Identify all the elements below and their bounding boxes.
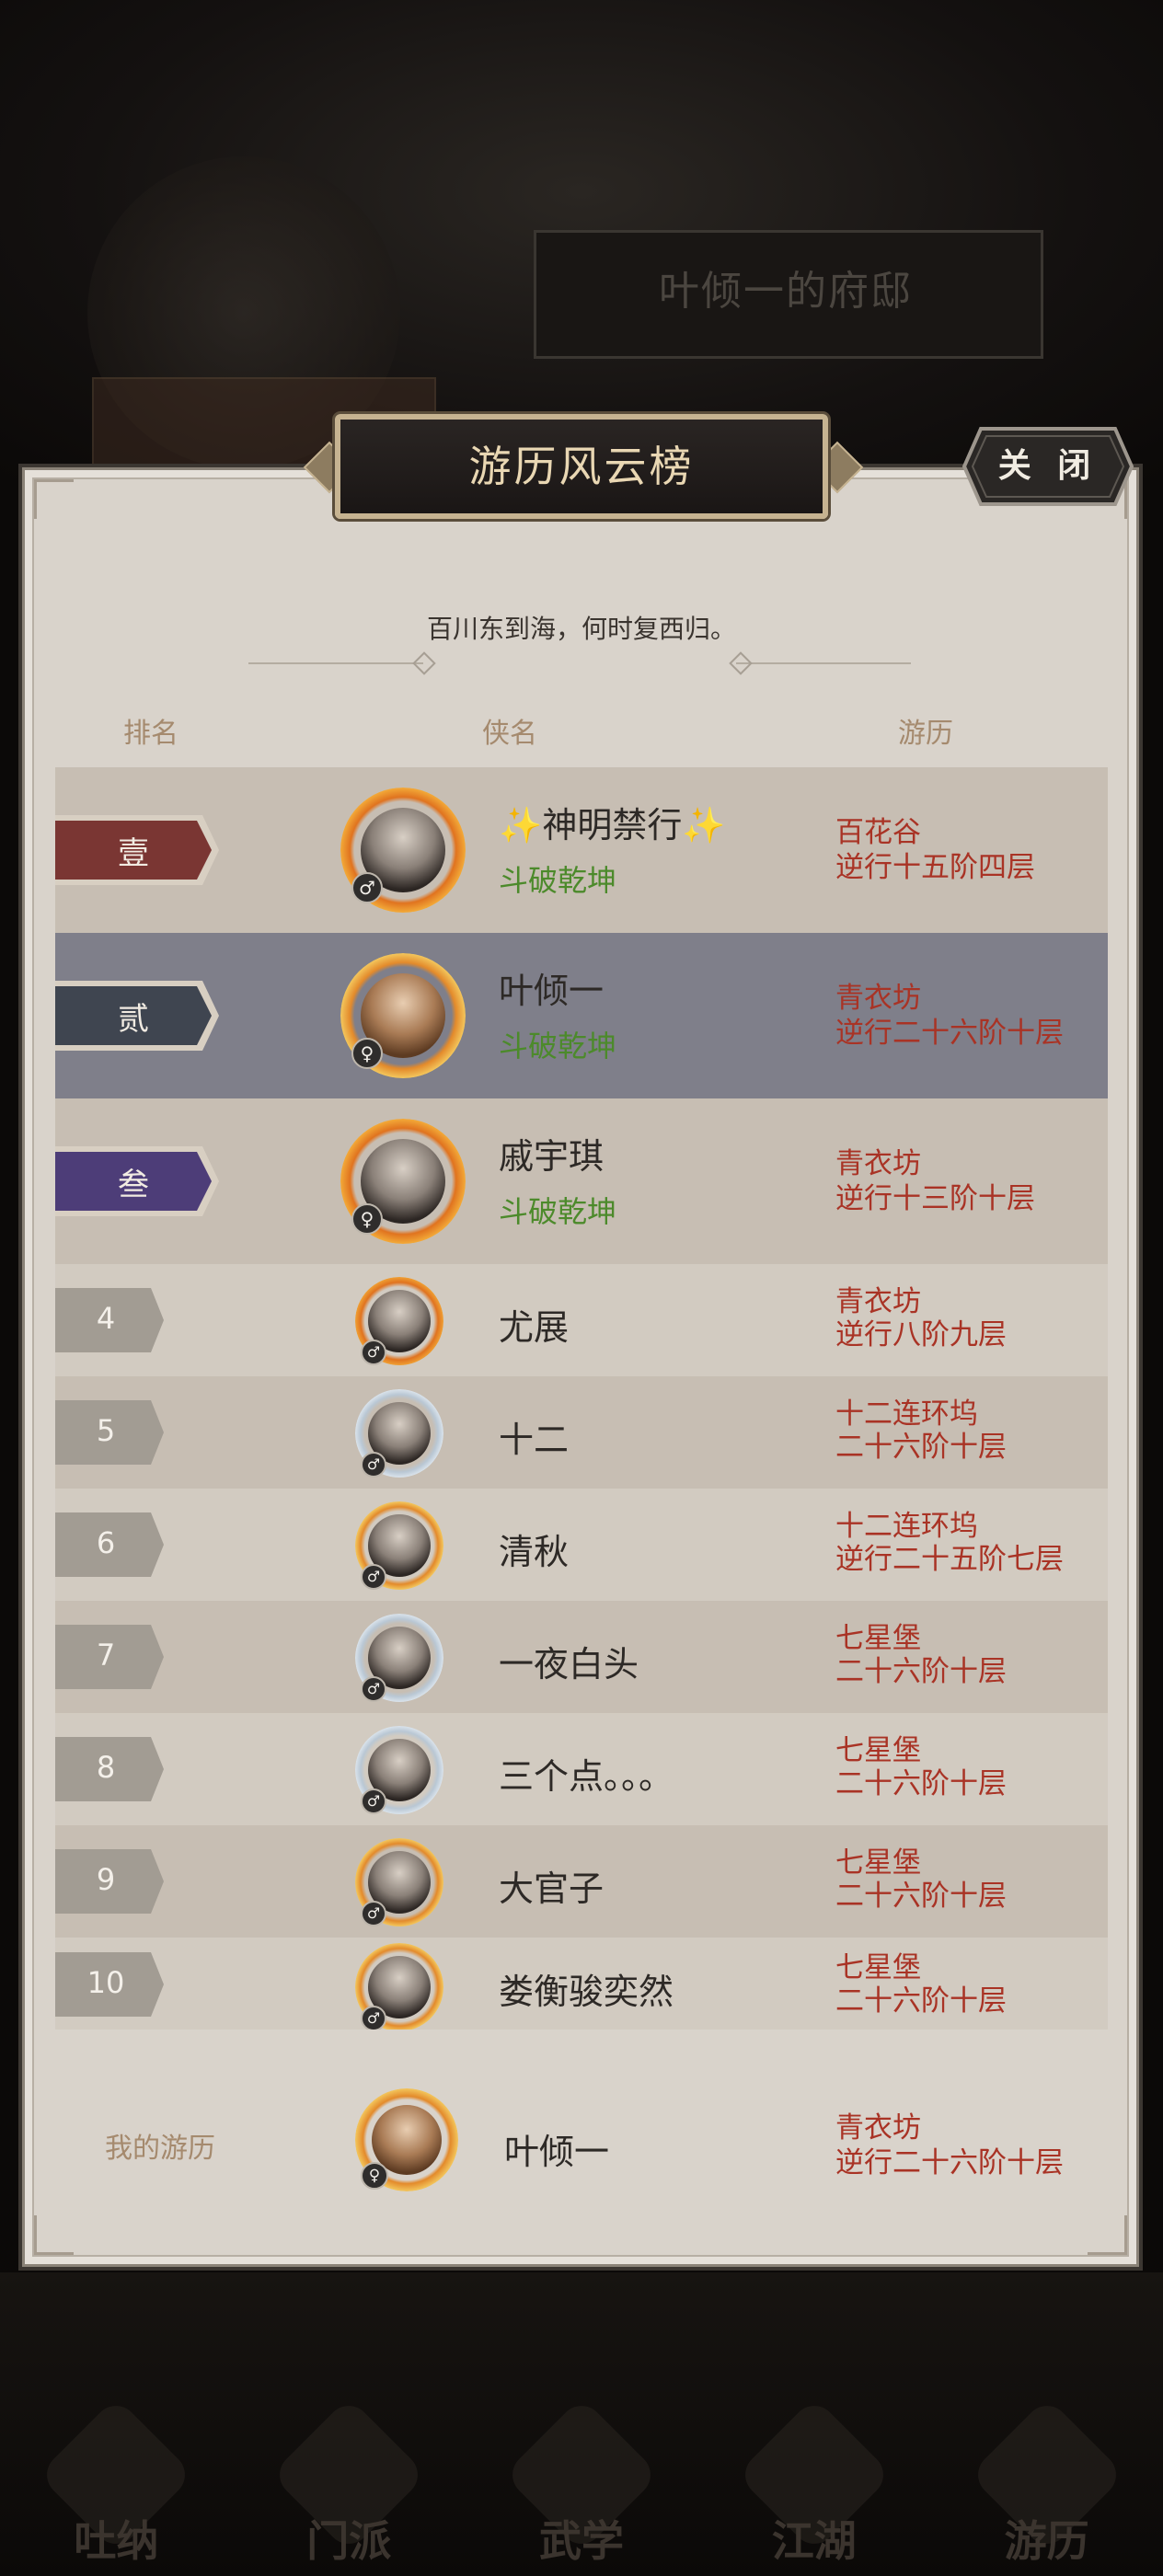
player-title: 斗破乾坤 [499,1194,617,1229]
travel-progress: 二十六阶十层 [835,1767,1007,1800]
leaderboard-row[interactable]: 9 ♂ 大官子 七星堡 二十六阶十层 [55,1825,1108,1938]
travel-progress: 二十六阶十层 [835,1431,1007,1464]
divider-right [736,662,911,664]
rank-number: 7 [96,1638,116,1673]
leaderboard-row[interactable]: 4 ♂ 尤展 青衣坊 逆行八阶九层 [55,1264,1108,1376]
male-icon: ♂ [361,1452,386,1478]
male-icon: ♂ [361,1340,386,1365]
nav-menpai: 门派 [271,2397,428,2576]
corner-ornament [34,479,74,519]
rank-label: 贰 [118,1001,149,1038]
male-icon: ♂ [361,2006,386,2030]
nav-youli: 游历 [968,2397,1125,2576]
travel-location: 青衣坊 [835,1285,921,1318]
travel-progress: 二十六阶十层 [835,1880,1007,1913]
column-header-travel: 游历 [898,718,953,750]
player-name: 大官子 [499,1869,605,1909]
player-name: 清秋 [499,1532,570,1572]
nav-jianghu: 江湖 [735,2397,892,2576]
residence-name: 叶倾一的府邸 [659,268,913,315]
travel-location: 十二连环坞 [835,1510,978,1543]
corner-ornament [34,2215,74,2255]
my-travel-label: 我的游历 [105,2133,215,2165]
travel-location: 青衣坊 [835,982,921,1015]
leaderboard-row[interactable]: 壹 ♂ ✨神明禁行✨ 斗破乾坤 百花谷 逆行十五阶四层 [55,767,1108,933]
travel-progress: 二十六阶十层 [835,1655,1007,1688]
leaderboard-row[interactable]: 5 ♂ 十二 十二连环坞 二十六阶十层 [55,1376,1108,1489]
travel-location: 百花谷 [835,816,921,849]
close-button-label[interactable]: 关 闭 [961,425,1135,508]
panel-title: 游历风云榜 [468,442,695,491]
female-icon: ♀ [361,2162,388,2190]
nav-label: 吐纳 [74,2516,159,2566]
nav-label: 门派 [306,2516,392,2566]
leaderboard-row[interactable]: 6 ♂ 清秋 十二连环坞 逆行二十五阶七层 [55,1489,1108,1601]
corner-ornament [1088,2215,1127,2255]
player-name: 一夜白头 [499,1644,639,1685]
rank-label: 壹 [118,835,149,872]
panel-subtitle: 百川东到海，何时复西归。 [426,614,736,644]
nav-label: 江湖 [771,2516,857,2566]
bottom-nav: 吐纳 门派 武学 江湖 游历 [0,2392,1163,2576]
leaderboard-row-self[interactable]: 贰 ♀ 叶倾一 斗破乾坤 青衣坊 逆行二十六阶十层 [55,933,1108,1098]
leaderboard-row[interactable]: 7 ♂ 一夜白头 七星堡 二十六阶十层 [55,1601,1108,1713]
my-travel-location: 青衣坊 [835,2111,921,2145]
player-name: 三个点。。。 [499,1756,674,1797]
travel-progress: 逆行十五阶四层 [835,851,1035,884]
nav-label: 武学 [538,2516,624,2566]
player-name: 尤展 [499,1307,570,1348]
nav-label: 游历 [1004,2516,1089,2566]
nav-wuxue: 武学 [503,2397,660,2576]
travel-location: 七星堡 [835,1951,921,1984]
my-name: 叶倾一 [504,2132,610,2172]
male-icon: ♂ [361,1901,386,1926]
travel-progress: 逆行二十六阶十层 [835,1017,1064,1050]
male-icon: ♂ [361,1788,386,1814]
travel-location: 七星堡 [835,1622,921,1655]
player-title: 斗破乾坤 [499,863,617,898]
female-icon: ♀ [351,1038,383,1069]
player-name: 娄衡骏奕然 [499,1972,674,2012]
rank-number: 8 [96,1750,116,1785]
leaderboard-row[interactable]: 叁 ♀ 戚宇琪 斗破乾坤 青衣坊 逆行十三阶十层 [55,1098,1108,1264]
male-icon: ♂ [361,1564,386,1590]
travel-progress: 逆行二十五阶七层 [835,1543,1064,1576]
male-icon: ♂ [351,872,383,903]
travel-location: 七星堡 [835,1846,921,1880]
player-name: 叶倾一 [499,971,605,1011]
travel-progress: 逆行十三阶十层 [835,1182,1035,1215]
male-icon: ♂ [361,1676,386,1702]
nav-tuna: 吐纳 [38,2397,195,2576]
travel-progress: 二十六阶十层 [835,1984,1007,2018]
rank-label: 叁 [118,1167,149,1203]
female-icon: ♀ [351,1203,383,1235]
rank-number: 10 [86,1965,125,2000]
travel-location: 十二连环坞 [835,1397,978,1431]
leaderboard-row[interactable]: 8 ♂ 三个点。。。 七星堡 二十六阶十层 [55,1713,1108,1825]
column-header-rank: 排名 [123,718,178,750]
rank-number: 5 [96,1413,116,1448]
travel-progress: 逆行八阶九层 [835,1318,1007,1351]
leaderboard-row[interactable]: 10 ♂ 娄衡骏奕然 七星堡 二十六阶十层 [55,1938,1108,2030]
rank-number: 6 [96,1525,116,1560]
player-name: ✨神明禁行✨ [499,805,726,845]
rank-number: 9 [96,1862,116,1897]
travel-location: 青衣坊 [835,1147,921,1180]
column-header-name: 侠名 [482,718,537,750]
player-name: 十二 [499,1420,570,1460]
rank-number: 4 [96,1301,116,1336]
travel-location: 七星堡 [835,1734,921,1767]
divider-left [248,662,423,664]
my-travel-progress: 逆行二十六阶十层 [835,2146,1064,2179]
player-name: 戚宇琪 [499,1136,605,1177]
player-title: 斗破乾坤 [499,1029,617,1064]
